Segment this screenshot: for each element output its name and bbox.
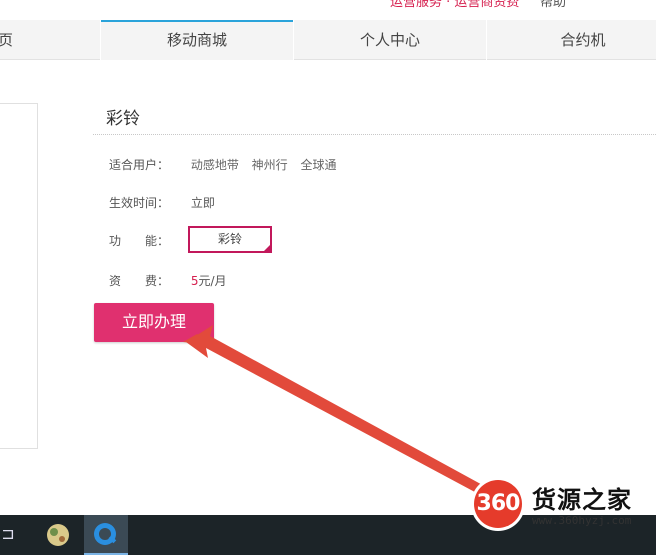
suitable-users-row: 适合用户： 动感地带 神州行 全球通 [109, 156, 346, 173]
fee-row: 资 费： 5元/月 [109, 272, 227, 289]
feature-option-label: 彩铃 [217, 232, 242, 246]
suitable-users-list: 动感地带 神州行 全球通 [191, 158, 346, 172]
tab-home-label: 首页 [0, 31, 13, 49]
main-nav: 首页 移动商城 个人中心 合约机 [0, 20, 656, 60]
feature-row: 功 能： [109, 232, 187, 249]
effective-time-value: 立即 [190, 196, 215, 210]
check-icon: ✓ [264, 243, 270, 251]
title-divider [93, 134, 656, 135]
app-icon-q[interactable] [84, 515, 128, 555]
product-title: 彩铃 [106, 109, 140, 129]
tab-mobile-mall-label: 移动商城 [166, 31, 227, 49]
app-icon-ball[interactable] [38, 515, 78, 555]
user-type: 全球通 [300, 158, 337, 172]
feature-option-selected[interactable]: 彩铃 ✓ [188, 226, 272, 253]
nav-active-indicator [101, 20, 293, 22]
fee-unit: 元/月 [198, 274, 227, 288]
suitable-users-label: 适合用户： [109, 158, 170, 172]
effective-time-label: 生效时间： [109, 196, 170, 210]
top-strip: 运营服务 · 运营商资费 帮助 [0, 0, 656, 18]
feature-label: 功 能： [109, 234, 170, 248]
tab-contract-phone-label: 合约机 [560, 31, 606, 49]
annotation-arrow-icon [183, 325, 488, 498]
top-help-text[interactable]: 帮助 [540, 0, 566, 10]
tab-home[interactable]: 首页 [0, 20, 100, 60]
user-type: 动感地带 [190, 158, 239, 172]
apply-now-button[interactable]: 立即办理 [94, 303, 214, 342]
tab-mobile-mall[interactable]: 移动商城 [101, 20, 293, 60]
top-link-text[interactable]: 运营服务 · 运营商资费 [390, 0, 519, 10]
tab-personal-center-label: 个人中心 [359, 31, 420, 49]
watermark-360-badge: 360 [474, 480, 522, 528]
tab-personal-center[interactable]: 个人中心 [294, 20, 486, 60]
watermark-title: 货源之家 [532, 486, 632, 514]
fee-label: 资 费： [109, 274, 170, 288]
watermark-logo: 360 货源之家 www.360hyzj.com [474, 478, 656, 534]
product-image-frame [0, 103, 38, 449]
tab-contract-phone[interactable]: 合约机 [487, 20, 656, 60]
user-type: 神州行 [251, 158, 288, 172]
arrow-shaft [186, 325, 488, 498]
task-view-icon[interactable]: ⊐ [0, 515, 16, 555]
watermark-url: www.360hyzj.com [532, 514, 632, 527]
effective-time-row: 生效时间： 立即 [109, 194, 215, 211]
